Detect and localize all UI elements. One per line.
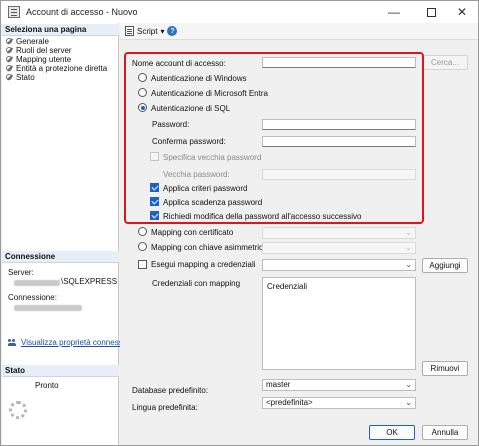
- default-lang-value: <predefinita>: [266, 398, 313, 407]
- default-db-value: master: [266, 380, 291, 389]
- sidebar-item-label: Ruoli del server: [16, 46, 72, 55]
- wrench-icon: [6, 47, 13, 54]
- select-page-header: Seleziona una pagina: [2, 24, 119, 36]
- chevron-down-icon: ⌄: [405, 398, 412, 407]
- ok-button[interactable]: OK: [369, 425, 415, 440]
- confirm-password-input[interactable]: [262, 136, 416, 147]
- maximize-icon: [426, 7, 436, 17]
- general-page: Nome account di accesso: Cerca... Autent…: [120, 41, 478, 445]
- map-asym-key-radio[interactable]: [138, 242, 147, 251]
- wrench-icon: [6, 56, 13, 63]
- sidebar-item-status[interactable]: Stato: [6, 73, 35, 82]
- status-value: Pronto: [35, 381, 59, 390]
- sidebar-item-label: Generale: [16, 37, 49, 46]
- confirm-password-label: Conferma password:: [152, 137, 226, 146]
- add-button[interactable]: Aggiungi: [422, 258, 468, 273]
- default-db-combo[interactable]: master ⌄: [262, 379, 416, 391]
- cancel-button[interactable]: Annulla: [422, 425, 468, 440]
- old-password-input[interactable]: [262, 169, 416, 180]
- progress-spinner-icon: [9, 401, 27, 419]
- chevron-down-icon: ⌄: [405, 260, 412, 269]
- connection-label: Connessione:: [8, 293, 57, 302]
- server-value: \SQLEXPRESS: [61, 277, 118, 286]
- credentials-combo[interactable]: ⌄: [262, 259, 416, 271]
- connection-header: Connessione: [2, 251, 119, 263]
- map-asym-key-label: Mapping con chiave asimmetrica: [151, 243, 268, 252]
- certificate-combo[interactable]: ⌄: [262, 227, 416, 239]
- enforce-expiration-label: Applica scadenza password: [163, 198, 263, 207]
- login-name-input[interactable]: [262, 57, 416, 68]
- sidebar-item-server-roles[interactable]: Ruoli del server: [6, 46, 72, 55]
- close-button[interactable]: ✕: [445, 1, 479, 23]
- script-dropdown-icon[interactable]: ▾: [160, 27, 164, 36]
- auth-entra-radio[interactable]: [138, 88, 147, 97]
- sidebar-item-label: Mapping utente: [16, 55, 72, 64]
- sidebar-item-label: Stato: [16, 73, 35, 82]
- auth-sql-radio[interactable]: [138, 103, 147, 112]
- server-name-redacted: [14, 280, 60, 286]
- credentials-column-header: Credenziali: [267, 282, 308, 291]
- minimize-button[interactable]: —: [377, 1, 411, 23]
- map-credentials-checkbox[interactable]: [138, 260, 147, 269]
- help-icon[interactable]: ?: [167, 26, 178, 36]
- remove-button[interactable]: Rimuovi: [422, 361, 468, 376]
- wrench-icon: [6, 65, 13, 72]
- password-input[interactable]: [262, 119, 416, 130]
- wrench-icon: [6, 38, 13, 45]
- default-lang-label: Lingua predefinita:: [132, 403, 198, 412]
- must-change-checkbox[interactable]: [150, 211, 159, 220]
- app-icon: [8, 6, 20, 18]
- sidebar-item-securables[interactable]: Entità a protezione diretta: [6, 64, 107, 73]
- old-password-label: Vecchia password:: [163, 170, 230, 179]
- auth-entra-label: Autenticazione di Microsoft Entra: [151, 89, 268, 98]
- wrench-icon: [6, 74, 13, 81]
- map-credentials-label: Esegui mapping a credenziali: [151, 260, 256, 269]
- map-certificate-radio[interactable]: [138, 227, 147, 236]
- status-header: Stato: [2, 365, 119, 377]
- chevron-down-icon: ⌄: [405, 243, 412, 252]
- sidebar-item-general[interactable]: Generale: [6, 37, 49, 46]
- script-icon[interactable]: [125, 26, 134, 36]
- map-certificate-label: Mapping con certificato: [151, 228, 234, 237]
- connection-properties-icon: [8, 338, 17, 347]
- left-pane: Seleziona una pagina Generale Ruoli del …: [2, 23, 138, 445]
- specify-old-password-checkbox[interactable]: [150, 152, 159, 161]
- login-name-label: Nome account di accesso:: [132, 59, 226, 68]
- title-bar: Account di accesso - Nuovo — ✕: [1, 1, 478, 23]
- enforce-policy-label: Applica criteri password: [163, 184, 248, 193]
- enforce-expiration-checkbox[interactable]: [150, 197, 159, 206]
- toolbar: Script ▾ ?: [120, 23, 478, 40]
- script-button[interactable]: Script: [137, 27, 157, 36]
- connection-value-redacted: [14, 305, 82, 311]
- window-title: Account di accesso - Nuovo: [26, 7, 138, 17]
- enforce-policy-checkbox[interactable]: [150, 183, 159, 192]
- mapped-credentials-list[interactable]: Credenziali: [262, 277, 416, 370]
- server-label: Server:: [8, 268, 34, 277]
- asym-key-combo[interactable]: ⌄: [262, 242, 416, 254]
- default-lang-combo[interactable]: <predefinita> ⌄: [262, 397, 416, 409]
- maximize-button[interactable]: [414, 1, 448, 23]
- auth-windows-label: Autenticazione di Windows: [151, 74, 247, 83]
- specify-old-password-label: Specifica vecchia password: [163, 153, 262, 162]
- view-connection-properties[interactable]: Visualizza proprietà connessione: [8, 338, 138, 347]
- must-change-label: Richiedi modifica della password all'acc…: [163, 212, 362, 221]
- chevron-down-icon: ⌄: [405, 228, 412, 237]
- sidebar-item-label: Entità a protezione diretta: [16, 64, 108, 73]
- default-db-label: Database predefinito:: [132, 386, 209, 395]
- auth-windows-radio[interactable]: [138, 73, 147, 82]
- auth-sql-label: Autenticazione di SQL: [151, 104, 231, 113]
- login-new-dialog: Account di accesso - Nuovo — ✕ Seleziona…: [0, 0, 479, 446]
- mapped-credentials-label: Credenziali con mapping: [152, 279, 241, 288]
- password-label: Password:: [152, 120, 190, 129]
- chevron-down-icon: ⌄: [405, 380, 412, 389]
- search-button[interactable]: Cerca...: [422, 55, 468, 70]
- sidebar-item-user-mapping[interactable]: Mapping utente: [6, 55, 71, 64]
